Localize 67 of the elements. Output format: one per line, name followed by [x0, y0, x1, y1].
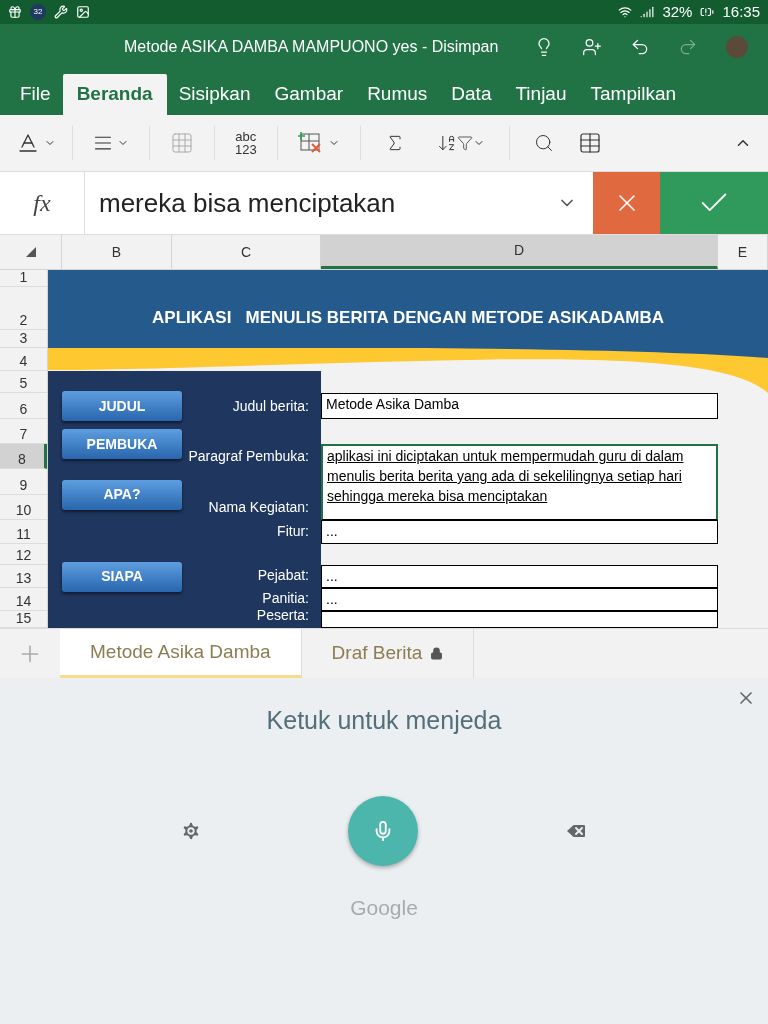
ribbon-tab[interactable]: Tinjau	[503, 74, 579, 115]
ribbon-tab[interactable]: Data	[439, 74, 504, 115]
field-label: Judul berita:	[232, 397, 310, 416]
row-header[interactable]: 2	[0, 287, 47, 330]
row-header[interactable]: 10	[0, 495, 47, 520]
filter-icon	[456, 135, 473, 151]
sort-icon	[436, 133, 457, 153]
row-header[interactable]: 13	[0, 565, 47, 588]
table-icon[interactable]	[577, 131, 602, 155]
row-header[interactable]: 4	[0, 348, 47, 371]
number-format-button[interactable]: abc 123	[215, 130, 277, 156]
column-header[interactable]: D	[321, 235, 718, 269]
search-icon[interactable]	[533, 133, 554, 153]
ribbon-tab[interactable]: Tampilkan	[578, 74, 689, 115]
delete-cells-icon	[297, 131, 324, 155]
sheet-button[interactable]: JUDUL	[62, 391, 182, 421]
formula-value[interactable]: mereka bisa menciptakan	[85, 172, 557, 234]
battery-percentage: 32%	[662, 1, 693, 22]
row-header[interactable]: 12	[0, 544, 47, 565]
row-header[interactable]: 1	[0, 270, 47, 287]
brand-text: Google	[350, 894, 418, 921]
banner-title: APLIKASI MENULIS BERITA DENGAN METODE ASIKADAMBA	[152, 307, 664, 330]
ribbon-tab[interactable]: Beranda	[62, 74, 167, 115]
function-label[interactable]: fx	[0, 172, 85, 234]
wifi-icon	[618, 5, 633, 19]
row-header[interactable]: 6	[0, 393, 47, 419]
row-header[interactable]: 14	[0, 588, 47, 611]
ribbon-tab[interactable]: Rumus	[355, 74, 440, 115]
ribbon-tab[interactable]: File	[8, 74, 63, 115]
sheet-button[interactable]: APA?	[62, 479, 182, 510]
battery-icon	[700, 5, 715, 19]
field-label: Nama Kegiatan:	[208, 498, 310, 517]
settings-icon[interactable]	[180, 819, 202, 842]
row-header[interactable]: 3	[0, 330, 47, 348]
cell-input[interactable]: Metode Asika Damba	[321, 393, 718, 419]
window-title: Metode ASIKA DAMBA MAMPUONO yes - Disimpan	[124, 37, 499, 57]
lock-icon	[430, 647, 444, 660]
sheet-button[interactable]: PEMBUKA	[62, 429, 182, 459]
row-header[interactable]: 9	[0, 469, 47, 495]
field-label: Panitia:	[262, 589, 310, 608]
row-header[interactable]: 8	[0, 444, 47, 469]
cell-input[interactable]	[321, 611, 718, 628]
column-header[interactable]: B	[62, 235, 172, 269]
row-header[interactable]: 5	[0, 371, 47, 393]
voice-prompt: Ketuk untuk menjeda	[266, 705, 502, 736]
ribbon-tab[interactable]: Gambar	[262, 74, 356, 115]
sheet-button[interactable]: SIAPA	[62, 561, 182, 592]
field-label: Fitur:	[277, 522, 310, 541]
ribbon-tab[interactable]: Sisipkan	[166, 74, 263, 115]
cell-input[interactable]: ...	[321, 565, 718, 588]
notification-count: 32	[30, 4, 46, 20]
row-header[interactable]: 11	[0, 520, 47, 544]
share-icon[interactable]	[582, 37, 603, 57]
clock-time: 16:35	[722, 1, 760, 22]
format-cells-icon[interactable]	[170, 131, 194, 155]
column-header[interactable]: E	[718, 235, 768, 269]
image-icon	[76, 5, 90, 19]
cell-input[interactable]: ...	[321, 520, 718, 544]
gift-icon	[8, 5, 22, 19]
field-label: Peserta:	[256, 606, 310, 625]
signal-icon	[640, 5, 655, 19]
editing-cell[interactable]: aplikasi ini diciptakan untuk mempermudah guru di dalam menulis berita berita yang ada di sekelilingnya setiap hari sehingga mereka bisa menciptakan	[321, 444, 718, 520]
field-label: Paragraf Pembuka:	[188, 447, 310, 466]
sheet-tab[interactable]: Metode Asika Damba	[60, 629, 302, 678]
wrench-icon	[54, 5, 68, 19]
cell-input[interactable]: ...	[321, 588, 718, 611]
field-label: Pejabat:	[257, 566, 310, 585]
